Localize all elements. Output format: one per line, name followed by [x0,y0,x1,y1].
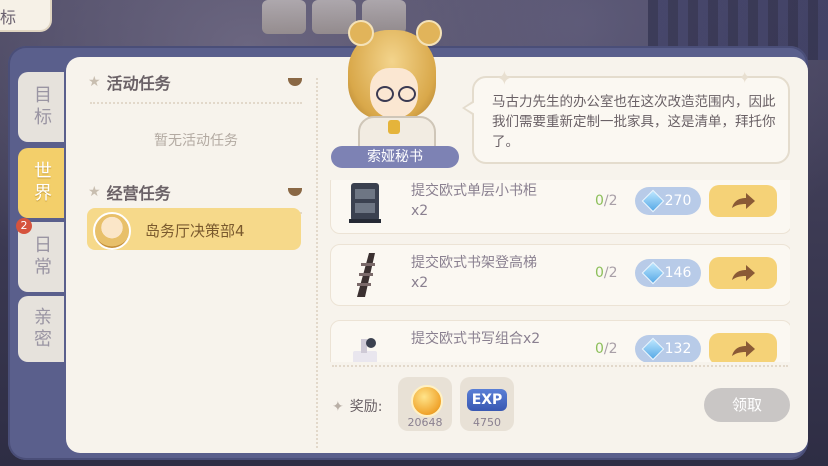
tab-goals[interactable]: 目标 [18,72,64,142]
glasses-icon [376,86,416,102]
task-progress-total: /2 [603,341,618,357]
tab-daily-label: 日常 [31,235,52,279]
star-icon: ★ [88,184,101,200]
character-bear-ear [348,20,374,46]
sparkle-icon: ✦ [738,68,752,87]
task-progress-current: 0 [595,341,604,357]
notification-badge: 2 [16,218,32,234]
character-name-tag: 索娅秘书 [331,146,459,168]
arrow-right-icon [732,193,755,209]
task-list[interactable]: 提交欧式单层小书柜x2 0/2 270 提交欧式书架登高梯x2 0/2 146 [330,180,790,362]
reward-label-text: 奖励: [349,399,383,415]
mission-list-item[interactable]: 岛务厅决策部4 [87,208,301,250]
go-button[interactable] [709,257,777,289]
task-title: 提交欧式书架登高梯x2 [411,255,537,291]
activity-section-header[interactable]: ★ 活动任务 [86,62,306,102]
corner-tab[interactable]: 标 [0,0,52,32]
task-row: 提交欧式书写组合x2 0/2 132 [330,320,790,362]
arrow-right-icon [732,265,755,281]
mission-name: 岛务厅决策部4 [145,222,245,240]
star-icon: ★ [88,74,101,90]
go-button[interactable] [709,185,777,217]
diamond-reward: 132 [635,335,701,362]
dialog-text: 马古力先生的办公室也在这次改造范围内，因此我们需要重新定制一批家具，这是清单，拜… [492,94,776,150]
divider [332,365,788,367]
claim-button[interactable]: 领取 [704,388,790,422]
character-tie [388,120,400,134]
background-chair [262,0,306,34]
activity-section-title: 活动任务 [106,74,171,93]
sparkle-icon: ✦ [332,399,344,415]
business-section-title: 经营任务 [106,184,171,203]
mission-category-column: ★ 活动任务 暂无活动任务 ★ 经营任务 [86,62,306,214]
ladder-icon [335,249,395,301]
exp-reward-slot[interactable]: EXP 4750 [460,377,514,431]
tab-goals-label: 目标 [31,85,52,129]
tab-intimacy-label: 亲密 [31,307,52,351]
task-progress: 0/2 [595,341,618,357]
task-progress: 0/2 [595,193,618,209]
tab-world-label: 世界 [31,161,52,205]
character-portrait [344,16,444,164]
diamond-amount: 132 [664,341,692,357]
character-bear-ear [416,20,442,46]
diamond-reward: 270 [635,187,701,215]
task-title: 提交欧式单层小书柜x2 [411,183,537,219]
collapse-toggle-icon [288,188,302,196]
task-progress-total: /2 [603,193,618,209]
tab-intimacy[interactable]: 亲密 [18,296,64,362]
divider [316,78,318,448]
tab-world[interactable]: 世界 [18,148,64,218]
task-progress-total: /2 [603,265,618,281]
task-progress-current: 0 [595,193,604,209]
business-section-header[interactable]: ★ 经营任务 [86,172,306,212]
diamond-icon [641,261,664,285]
diamond-icon [641,189,664,213]
corner-tab-label: 标 [0,8,17,27]
sparkle-icon: ✦ [496,66,513,90]
collapse-toggle-icon [288,78,302,86]
coin-reward-slot[interactable]: 20648 [398,377,452,431]
desk-set-icon [335,325,395,362]
diamond-icon [641,337,664,361]
diamond-amount: 270 [664,193,692,209]
exp-amount: 4750 [473,416,501,429]
task-progress: 0/2 [595,265,618,281]
go-button[interactable] [709,333,777,362]
arrow-right-icon [732,341,755,357]
tab-daily[interactable]: 2 日常 [16,218,64,292]
diamond-reward: 146 [635,259,701,287]
diamond-amount: 146 [664,265,692,281]
coin-icon [411,385,443,417]
coin-amount: 20648 [407,416,443,429]
bookshelf-icon [335,180,395,229]
task-title: 提交欧式书写组合x2 [411,331,541,347]
reward-label: ✦ 奖励: [332,396,382,416]
activity-empty-text: 暂无活动任务 [154,133,238,149]
exp-icon: EXP [467,389,507,411]
avatar [93,212,131,250]
task-progress-current: 0 [595,265,604,281]
task-row: 提交欧式单层小书柜x2 0/2 270 [330,180,790,234]
speech-bubble: ✦ ✦ 马古力先生的办公室也在这次改造范围内，因此我们需要重新定制一批家具，这是… [462,66,790,164]
task-row: 提交欧式书架登高梯x2 0/2 146 [330,244,790,306]
